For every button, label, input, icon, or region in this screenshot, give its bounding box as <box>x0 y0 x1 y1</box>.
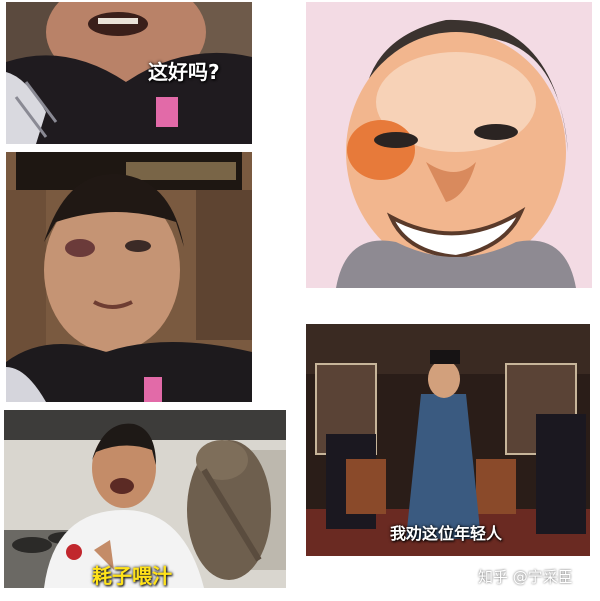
caricature-drawing <box>306 2 592 288</box>
meme-panel-caricature <box>306 2 592 288</box>
meme-panel-black-eye <box>6 152 252 402</box>
caption-this-good: 这好吗? <box>148 60 220 84</box>
black-eye-photo <box>6 152 252 402</box>
meme-panel-chef-rat: 耗子喂汁 <box>4 410 286 588</box>
watermark-text: 知乎 @宁采臣 <box>478 568 573 586</box>
caption-rat-juice: 耗子喂汁 <box>92 564 172 588</box>
meme-panel-this-good: 这好吗? <box>6 2 252 144</box>
meme-panel-young-man: 我劝这位年轻人 <box>306 324 590 556</box>
caption-young-man: 我劝这位年轻人 <box>390 524 503 543</box>
